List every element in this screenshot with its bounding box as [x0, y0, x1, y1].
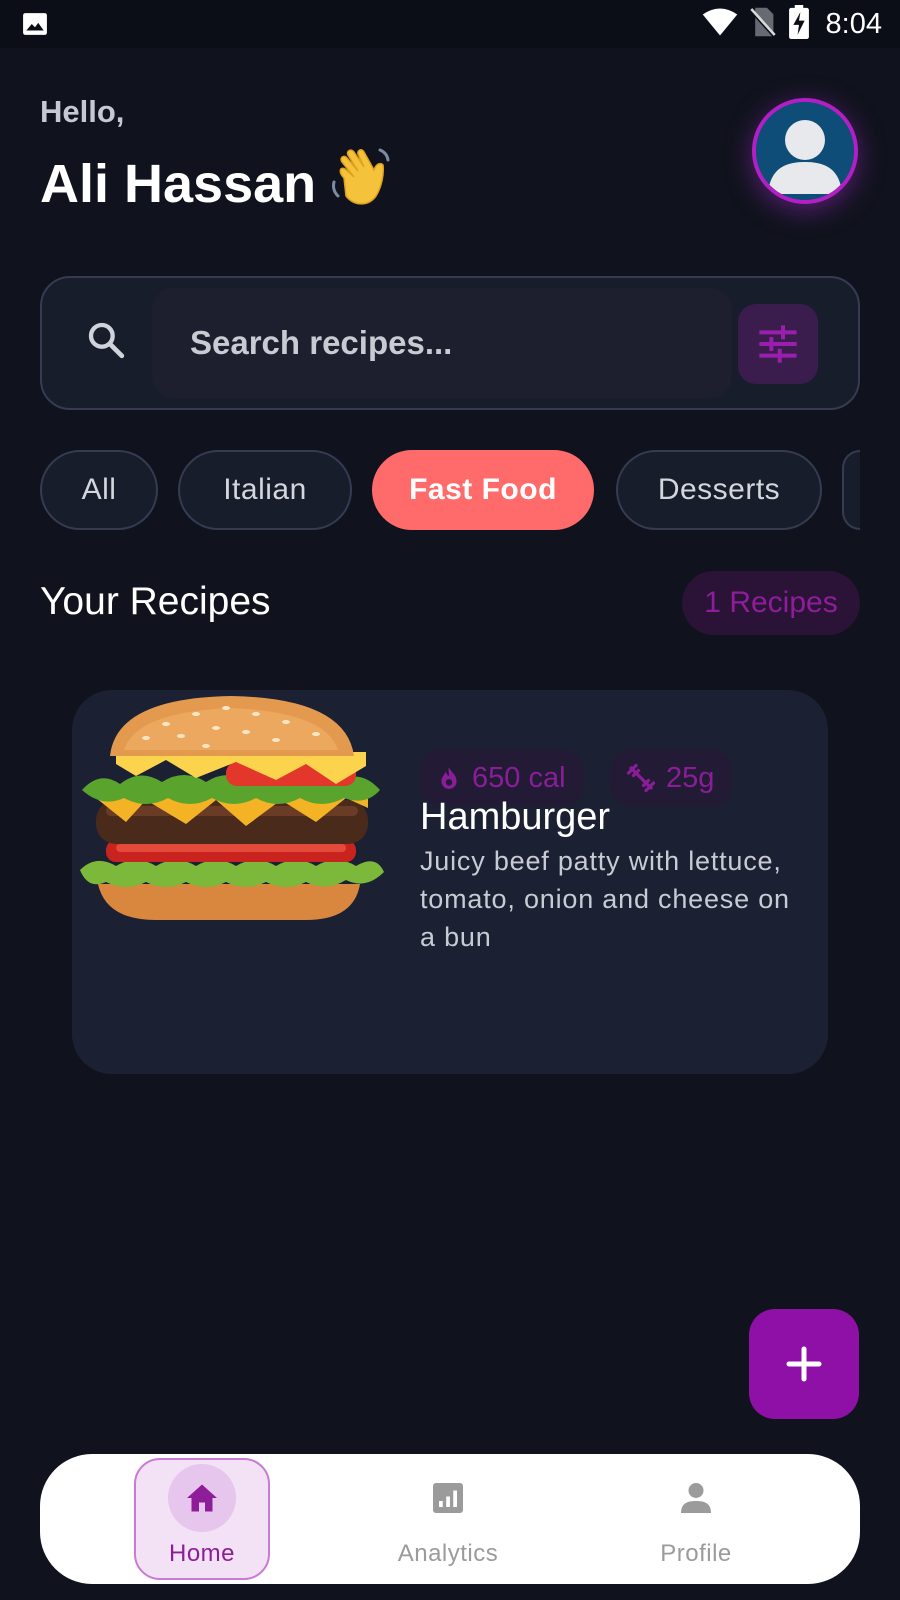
protein-pill: 25g	[610, 750, 733, 806]
analytics-icon	[414, 1464, 482, 1532]
clock-time: 8:04	[825, 7, 882, 40]
hamburger-image	[76, 694, 386, 924]
filter-button[interactable]	[738, 304, 818, 384]
greeting-text: Hello,	[40, 94, 125, 129]
add-recipe-button[interactable]	[749, 1309, 859, 1419]
search-bar	[40, 276, 860, 410]
wifi-icon	[702, 7, 738, 42]
no-sim-icon	[749, 6, 776, 43]
category-chip-fast-food[interactable]: Fast Food	[372, 450, 594, 530]
person-avatar-icon	[756, 102, 854, 200]
nav-item-home[interactable]: Home	[134, 1454, 270, 1584]
flame-icon	[441, 767, 457, 789]
category-chip-italian[interactable]: Italian	[178, 450, 352, 530]
search-field	[152, 288, 732, 398]
nav-label-analytics: Analytics	[397, 1540, 499, 1567]
nav-item-analytics[interactable]: Analytics	[380, 1454, 516, 1584]
image-icon	[22, 11, 48, 42]
plus-icon	[786, 1346, 822, 1382]
calories-value: 650 cal	[472, 761, 566, 794]
waving-hand-icon	[330, 144, 392, 223]
user-name: Ali Hassan	[40, 153, 317, 214]
category-chip-desserts[interactable]: Desserts	[616, 450, 822, 530]
status-bar: 8:04	[0, 0, 900, 48]
search-input[interactable]	[190, 318, 710, 368]
person-icon	[662, 1464, 730, 1532]
section-title: Your Recipes	[40, 580, 271, 623]
home-screen: 8:04 Hello, Ali Hassan Search recipes...…	[0, 0, 900, 1600]
user-name-heading: Ali Hassan	[40, 148, 392, 227]
category-chip-partial[interactable]	[842, 450, 860, 530]
tune-icon	[759, 325, 797, 363]
recipe-card[interactable]: 650 cal 25g Hamburger Juicy beef patty w…	[72, 690, 828, 1074]
recipe-title: Hamburger	[420, 796, 611, 838]
protein-value: 25g	[666, 761, 715, 794]
recipe-count-badge: 1 Recipes	[682, 571, 860, 635]
bottom-navigation: Home Analytics Profile	[40, 1454, 860, 1584]
profile-avatar[interactable]	[752, 98, 858, 204]
nav-label-home: Home	[168, 1540, 236, 1567]
home-icon	[168, 1464, 236, 1532]
battery-charging-icon	[788, 4, 810, 44]
nav-label-profile: Profile	[660, 1540, 732, 1567]
recipe-description: Juicy beef patty with lettuce, tomato, o…	[420, 846, 790, 952]
category-chip-all[interactable]: All	[40, 450, 158, 530]
fitness-icon	[626, 763, 656, 793]
search-icon	[86, 320, 126, 365]
nav-item-profile[interactable]: Profile	[628, 1454, 764, 1584]
